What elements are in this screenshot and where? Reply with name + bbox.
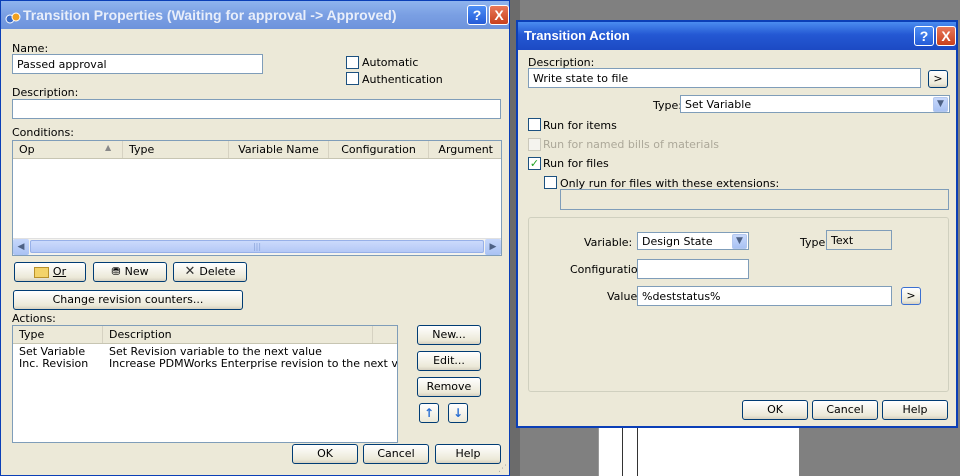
transition-properties-titlebar[interactable]: Transition Properties (Waiting for appro…	[1, 1, 509, 29]
move-down-arrow-icon[interactable]: ↓	[448, 403, 468, 423]
chevron-down-icon[interactable]: ▼	[732, 234, 747, 249]
run-for-items-checkbox[interactable]	[528, 118, 541, 131]
run-for-boms-checkbox	[528, 138, 541, 151]
name-field[interactable]: Passed approval	[12, 54, 263, 74]
run-for-files-checkbox[interactable]: ✓	[528, 157, 541, 170]
automatic-checkbox[interactable]	[346, 56, 359, 69]
edit-action-button[interactable]: Edit...	[417, 351, 481, 371]
only-extensions-checkbox[interactable]	[544, 176, 557, 189]
var-type-label: Type:	[800, 236, 829, 249]
actions-header: Type Description	[13, 326, 397, 344]
description-field[interactable]	[12, 99, 501, 119]
conditions-header: Op ▲ Type Variable Name Configuration Ar…	[13, 141, 501, 159]
change-revision-counters-button[interactable]: Change revision counters...	[13, 290, 243, 310]
scroll-thumb[interactable]: |||	[30, 240, 484, 253]
column-configuration[interactable]: Configuration	[329, 141, 429, 158]
description-more-button[interactable]: >	[928, 70, 948, 88]
variable-select-value: Design State	[642, 235, 713, 248]
delete-condition-label: Delete	[199, 265, 236, 278]
variable-select[interactable]: Design State ▼	[637, 232, 749, 250]
value-label: Value:	[607, 290, 641, 303]
help-button[interactable]: Help	[435, 444, 501, 464]
delete-condition-button[interactable]: ✕ Delete	[173, 262, 247, 282]
ok-button[interactable]: OK	[742, 400, 808, 420]
var-type-field: Text	[826, 230, 892, 250]
type-select[interactable]: Set Variable ▼	[680, 95, 950, 113]
titlebar-close-button[interactable]: X	[489, 5, 509, 25]
conditions-list[interactable]: Op ▲ Type Variable Name Configuration Ar…	[12, 140, 502, 256]
action-description-cell: Increase PDMWorks Enterprise revision to…	[109, 357, 398, 370]
titlebar-close-button[interactable]: X	[936, 26, 956, 46]
window-title: Transition Properties (Waiting for appro…	[23, 7, 397, 23]
authentication-label: Authentication	[362, 73, 443, 86]
scroll-right-button[interactable]: ▶	[485, 239, 501, 255]
ok-button[interactable]: OK	[292, 444, 358, 464]
titlebar-help-button[interactable]: ?	[914, 26, 934, 46]
background-window-line	[622, 428, 638, 476]
cancel-button[interactable]: Cancel	[812, 400, 878, 420]
configuration-field[interactable]	[637, 259, 749, 279]
automatic-label: Automatic	[362, 56, 419, 69]
type-select-value: Set Variable	[685, 98, 752, 111]
or-button-label: Or	[52, 265, 67, 278]
actions-list[interactable]: Type Description Set Variable Set Revisi…	[12, 325, 398, 443]
conditions-label: Conditions:	[12, 126, 74, 139]
resize-grip-icon[interactable]: ⋰	[498, 464, 507, 474]
column-argument[interactable]: Argument	[429, 141, 501, 158]
value-field[interactable]: %deststatus%	[637, 286, 892, 306]
transition-action-window: Transition Action ? X Description: Write…	[516, 20, 958, 428]
column-type[interactable]: Type	[123, 141, 229, 158]
chevron-down-icon[interactable]: ▼	[933, 97, 948, 112]
table-row[interactable]: Inc. Revision Increase PDMWorks Enterpri…	[13, 357, 397, 370]
value-more-label: >	[906, 289, 916, 302]
column-variable-name[interactable]: Variable Name	[229, 141, 329, 158]
window-title: Transition Action	[524, 28, 630, 43]
value-more-button[interactable]: >	[901, 287, 921, 305]
authentication-checkbox[interactable]	[346, 72, 359, 85]
sort-ascending-icon: ▲	[105, 143, 112, 152]
delete-x-icon: ✕	[184, 264, 196, 279]
column-action-description[interactable]: Description	[103, 326, 373, 343]
cancel-button[interactable]: Cancel	[363, 444, 429, 464]
variable-groupbox: Variable: Design State ▼ Type: Text Conf…	[528, 217, 949, 392]
move-up-arrow-icon[interactable]: ↑	[419, 403, 439, 423]
actions-label: Actions:	[12, 312, 56, 325]
conditions-hscrollbar[interactable]: ◀ ||| ▶	[13, 238, 501, 255]
transition-properties-window: Transition Properties (Waiting for appro…	[0, 0, 510, 476]
binoculars-icon: ⛃	[111, 265, 121, 278]
column-action-type[interactable]: Type	[13, 326, 103, 343]
or-button[interactable]: Or	[14, 262, 86, 282]
description-field[interactable]: Write state to file	[528, 68, 921, 88]
run-for-items-label: Run for items	[543, 119, 617, 132]
variable-label: Variable:	[584, 236, 633, 249]
scroll-left-button[interactable]: ◀	[13, 239, 29, 255]
action-type-cell: Inc. Revision	[19, 357, 89, 370]
type-label: Type:	[653, 99, 682, 112]
app-icon	[5, 7, 21, 24]
run-for-files-label: Run for files	[543, 157, 609, 170]
extensions-field	[560, 189, 949, 210]
new-action-button[interactable]: New...	[417, 325, 481, 345]
description-label: Description:	[12, 86, 79, 99]
run-for-boms-label: Run for named bills of materials	[543, 138, 720, 151]
folder-icon	[33, 266, 49, 278]
new-condition-button[interactable]: ⛃ New	[93, 262, 167, 282]
new-condition-label: New	[124, 265, 149, 278]
titlebar-help-button[interactable]: ?	[467, 5, 487, 25]
help-button[interactable]: Help	[882, 400, 948, 420]
transition-action-titlebar[interactable]: Transition Action ? X	[518, 22, 956, 50]
remove-action-button[interactable]: Remove	[417, 377, 481, 397]
